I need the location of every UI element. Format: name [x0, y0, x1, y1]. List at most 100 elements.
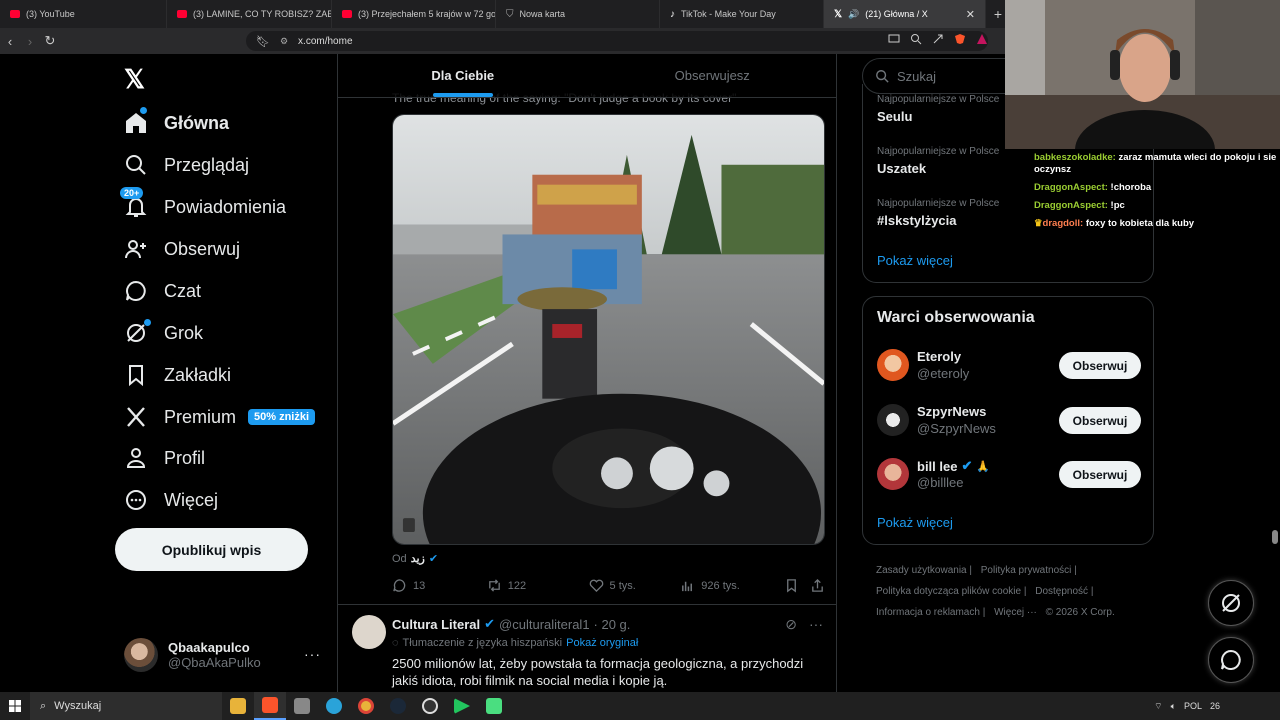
zoom-icon[interactable]	[910, 33, 922, 45]
play-icon[interactable]	[446, 692, 478, 720]
bookmark-icon[interactable]: 🔖︎	[256, 35, 270, 48]
language-indicator[interactable]: POL	[1184, 701, 1202, 711]
brave-rewards-icon[interactable]	[976, 33, 988, 45]
grok-notification-dot	[144, 319, 151, 326]
who-to-follow-show-more-link[interactable]: Pokaż więcej	[877, 515, 953, 530]
sidebar-item-chat[interactable]: Czat	[124, 277, 201, 305]
file-explorer-icon[interactable]	[222, 692, 254, 720]
footer-link[interactable]: Polityka dotycząca plików cookie |	[876, 586, 1026, 597]
footer-link[interactable]: Zasady użytkowania |	[876, 565, 972, 576]
obs-icon[interactable]	[414, 692, 446, 720]
tab-title: TikTok - Make Your Day	[681, 9, 776, 19]
tweet-author-handle[interactable]: @culturaliteral1	[499, 617, 590, 632]
tiktok-icon: ♪	[670, 8, 675, 20]
app-icon[interactable]	[478, 692, 510, 720]
sidebar-item-explore[interactable]: Przeglądaj	[124, 151, 249, 179]
more-icon[interactable]: ···	[809, 616, 823, 633]
tweet[interactable]: Cultura Literal ✔ @culturaliteral1 · 20 …	[338, 604, 836, 688]
cast-icon[interactable]	[888, 33, 900, 45]
trend-item[interactable]: Najpopularniejsze w Polsce Uszatek	[877, 146, 999, 176]
profile-icon	[126, 448, 146, 468]
trend-item[interactable]: Najpopularniejsze w Polsce #lskstylżycia	[877, 198, 999, 228]
x-logo-icon[interactable]: 𝕏	[124, 64, 145, 95]
clock[interactable]: 26	[1210, 701, 1220, 711]
speaker-icon[interactable]: 🔊	[848, 9, 859, 20]
windows-start-icon[interactable]	[0, 700, 30, 712]
footer-link[interactable]: Informacja o reklamach |	[876, 607, 985, 618]
edge-icon[interactable]	[318, 692, 350, 720]
grok-icon[interactable]: ⊘	[785, 616, 797, 633]
repost-icon	[488, 579, 500, 592]
sidebar-item-label: Powiadomienia	[164, 196, 287, 217]
sidebar-item-more[interactable]: Więcej	[124, 486, 218, 514]
forward-icon[interactable]: ›	[20, 34, 40, 49]
account-more-icon[interactable]: ···	[304, 646, 321, 662]
taskbar-search[interactable]: ⌕ Wyszukaj	[30, 692, 222, 720]
main-feed: The true meaning of the saying: "Don't j…	[337, 54, 837, 692]
site-settings-icon[interactable]: ⚙	[280, 36, 288, 47]
chrome-icon[interactable]	[350, 692, 382, 720]
browser-tab-active[interactable]: 𝕏 🔊 (21) Główna / X ✕	[824, 0, 986, 28]
brave-icon[interactable]	[954, 33, 966, 45]
show-original-link[interactable]: Pokaż oryginał	[566, 637, 638, 649]
repost-count: 122	[507, 579, 527, 592]
share-button[interactable]	[810, 578, 825, 593]
account-switcher[interactable]: Qbaakapulco @QbaAkaPulko	[124, 638, 261, 672]
post-button[interactable]: Opublikuj wpis	[115, 528, 308, 571]
from-user-link[interactable]: زيد	[411, 552, 425, 565]
sidebar-item-grok[interactable]: Grok	[124, 319, 203, 347]
sidebar-item-home[interactable]: Główna	[124, 107, 229, 137]
follow-button[interactable]: Obserwuj	[1059, 352, 1141, 379]
url-field[interactable]: 🔖︎ ⚙ x.com/home	[246, 31, 988, 51]
browser-tab[interactable]: ⛉ Nowa karta	[496, 0, 660, 28]
tweet-video[interactable]	[392, 114, 825, 545]
tab-title: (3) Przejechałem 5 krajów w 72 godz	[358, 9, 496, 19]
repost-button[interactable]: 122	[487, 578, 589, 593]
browser-tab[interactable]: (3) YouTube	[0, 0, 167, 28]
reply-button[interactable]: 13	[392, 578, 487, 593]
browser-tab[interactable]: (3) LAMINE, CO TY ROBISZ? ZABAWA	[167, 0, 332, 28]
browser-tab[interactable]: (3) Przejechałem 5 krajów w 72 godz	[332, 0, 496, 28]
sidebar-item-profile[interactable]: Profil	[124, 444, 205, 472]
views-button[interactable]: 926 tys.	[680, 578, 784, 593]
steam-icon[interactable]	[382, 692, 414, 720]
bookmark-button[interactable]	[784, 578, 810, 593]
follow-suggestion[interactable]: SzpyrNews @SzpyrNews Obserwuj	[877, 404, 1141, 438]
volume-icon[interactable]: 🔈︎	[1171, 701, 1176, 712]
sidebar-item-notifications[interactable]: 20+ Powiadomienia	[120, 187, 287, 221]
wifi-icon[interactable]: ⌔	[1154, 701, 1162, 712]
tab-for-you[interactable]: Dla Ciebie	[338, 54, 588, 97]
bookmark-icon	[787, 579, 796, 593]
like-button[interactable]: 5 tys.	[589, 578, 681, 593]
like-count: 5 tys.	[609, 579, 636, 592]
footer-link[interactable]: Dostępność |	[1035, 586, 1093, 597]
emoji-icon: 🙏	[976, 460, 991, 473]
back-icon[interactable]: ‹	[0, 34, 20, 49]
trends-show-more-link[interactable]: Pokaż więcej	[877, 253, 953, 268]
tab-following[interactable]: Obserwujesz	[588, 54, 837, 97]
follow-button[interactable]: Obserwuj	[1059, 407, 1141, 434]
follow-suggestion[interactable]: bill lee ✔ 🙏 @billlee Obserwuj	[877, 458, 1141, 492]
grok-fab-button[interactable]	[1208, 580, 1254, 626]
brave-browser-icon[interactable]	[254, 692, 286, 720]
reply-count: 13	[413, 579, 426, 592]
sidebar-item-follow[interactable]: Obserwuj	[124, 235, 240, 263]
browser-tab[interactable]: ♪ TikTok - Make Your Day	[660, 0, 824, 28]
trend-item[interactable]: Najpopularniejsze w Polsce Seulu	[877, 94, 999, 124]
chat-user: DraggonAspect:	[1034, 182, 1108, 193]
footer-link[interactable]: Więcej ···	[994, 607, 1037, 618]
sidebar-item-premium[interactable]: Premium 50% zniżki	[124, 403, 316, 431]
tweet-author-name[interactable]: Cultura Literal	[392, 617, 480, 632]
messages-fab-button[interactable]	[1208, 637, 1254, 683]
scrollbar[interactable]	[1272, 530, 1278, 544]
follow-button[interactable]: Obserwuj	[1059, 461, 1141, 488]
close-icon[interactable]: ✕	[966, 8, 975, 21]
follow-suggestion[interactable]: Eteroly @eteroly Obserwuj	[877, 349, 1141, 383]
reload-icon[interactable]: ↻	[40, 33, 60, 49]
share-icon[interactable]	[932, 33, 944, 45]
footer-link[interactable]: Polityka prywatności |	[981, 565, 1077, 576]
tweet-time[interactable]: · 20 g.	[594, 617, 631, 632]
avatar[interactable]	[352, 615, 386, 649]
app-icon[interactable]	[286, 692, 318, 720]
sidebar-item-bookmarks[interactable]: Zakładki	[124, 361, 231, 389]
